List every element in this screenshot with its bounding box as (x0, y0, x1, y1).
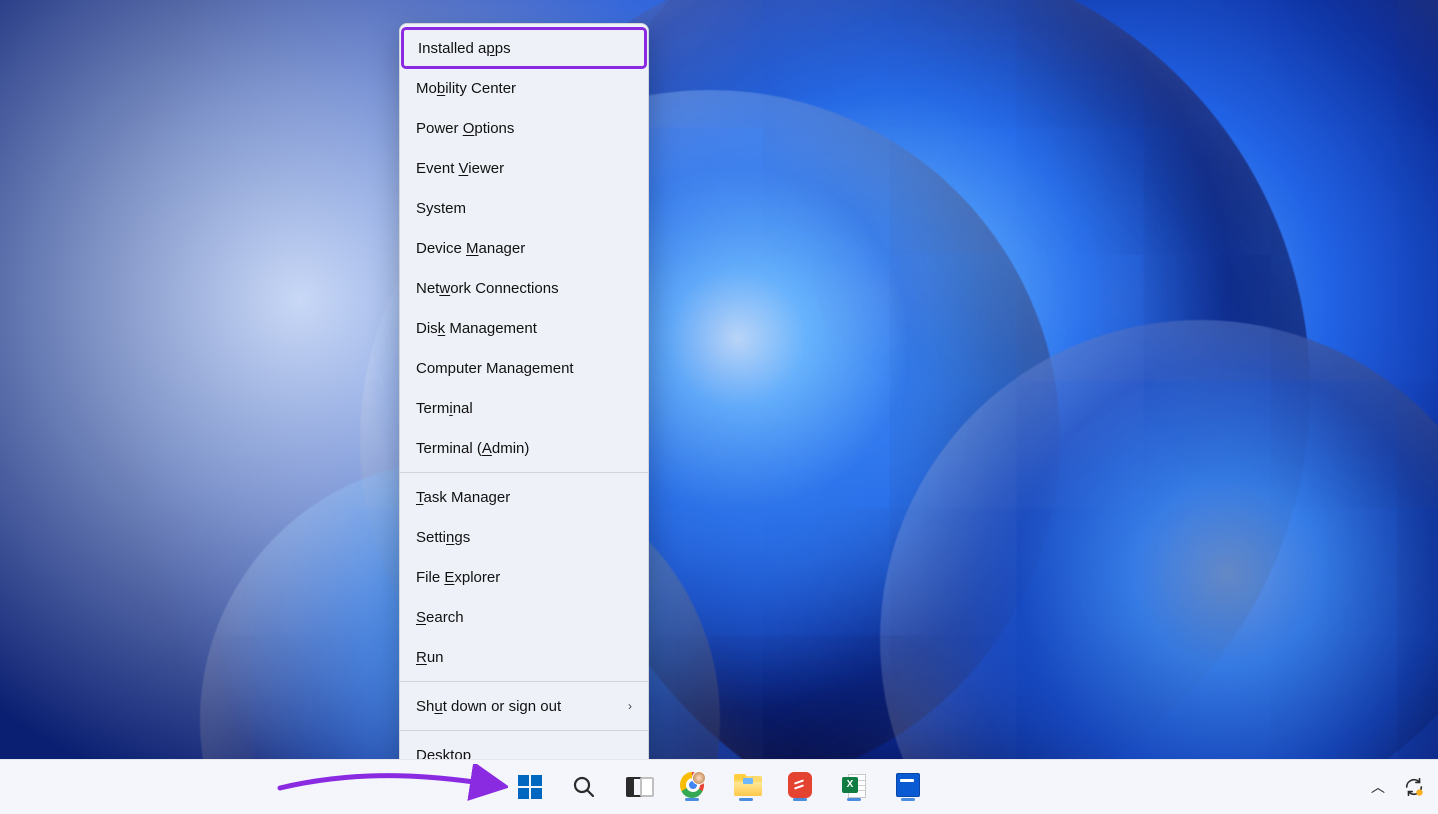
winx-item-event-viewer[interactable]: Event Viewer (400, 148, 648, 188)
task-view-icon (626, 775, 650, 799)
winx-item-label: Disk Management (416, 320, 537, 337)
winx-item-label: Device Manager (416, 240, 525, 257)
desktop-wallpaper (0, 0, 1438, 760)
winx-item-shut-down-or-sign-out[interactable]: Shut down or sign out › (400, 686, 648, 726)
winx-item-file-explorer[interactable]: File Explorer (400, 557, 648, 597)
taskbar-app-file-explorer[interactable] (725, 766, 767, 808)
chevron-right-icon: › (628, 699, 632, 713)
winx-item-label: Network Connections (416, 280, 559, 297)
window-app-icon (896, 773, 920, 797)
winx-item-label: Terminal (416, 400, 473, 417)
winx-item-label: Power Options (416, 120, 514, 137)
excel-icon: X (842, 773, 866, 797)
winx-item-network-connections[interactable]: Network Connections (400, 268, 648, 308)
winx-item-run[interactable]: Run (400, 637, 648, 677)
winx-item-label: File Explorer (416, 569, 500, 586)
winx-item-label: Run (416, 649, 444, 666)
winx-menu: Installed apps Mobility Center Power Optio… (399, 23, 649, 780)
taskbar-app-todoist[interactable] (779, 766, 821, 808)
file-explorer-icon (734, 773, 758, 797)
taskbar-center: X (509, 766, 929, 808)
menu-separator (400, 472, 648, 473)
winx-item-task-manager[interactable]: Task Manager (400, 477, 648, 517)
winx-item-label: Mobility Center (416, 80, 516, 97)
winx-item-search[interactable]: Search (400, 597, 648, 637)
winx-item-mobility-center[interactable]: Mobility Center (400, 68, 648, 108)
search-icon (572, 775, 596, 799)
winx-item-disk-management[interactable]: Disk Management (400, 308, 648, 348)
task-view-button[interactable] (617, 766, 659, 808)
taskbar-app-excel[interactable]: X (833, 766, 875, 808)
taskbar-app-chrome[interactable] (671, 766, 713, 808)
winx-item-label: Installed apps (418, 40, 511, 57)
taskbar: X ︿ (0, 759, 1438, 814)
taskbar-app-window[interactable] (887, 766, 929, 808)
winx-item-installed-apps[interactable]: Installed apps (402, 28, 646, 68)
winx-item-label: System (416, 200, 466, 217)
winx-item-computer-management[interactable]: Computer Management (400, 348, 648, 388)
winx-item-power-options[interactable]: Power Options (400, 108, 648, 148)
winx-item-label: Settings (416, 529, 470, 546)
winx-item-label: Event Viewer (416, 160, 504, 177)
system-tray: ︿ (1364, 770, 1428, 804)
menu-separator (400, 681, 648, 682)
winx-item-label: Search (416, 609, 464, 626)
winx-item-terminal[interactable]: Terminal (400, 388, 648, 428)
menu-separator (400, 730, 648, 731)
winx-item-label: Terminal (Admin) (416, 440, 529, 457)
winx-item-settings[interactable]: Settings (400, 517, 648, 557)
tray-sync-button[interactable] (1400, 770, 1428, 804)
windows-logo-icon (518, 775, 542, 799)
sync-icon (1403, 776, 1425, 798)
winx-item-label: Computer Management (416, 360, 574, 377)
chrome-icon (680, 773, 704, 797)
winx-item-label: Task Manager (416, 489, 510, 506)
start-button[interactable] (509, 766, 551, 808)
winx-item-system[interactable]: System (400, 188, 648, 228)
winx-item-label: Shut down or sign out (416, 698, 561, 715)
search-button[interactable] (563, 766, 605, 808)
todoist-icon (788, 773, 812, 797)
tray-overflow-button[interactable]: ︿ (1364, 770, 1392, 804)
chevron-up-icon: ︿ (1371, 777, 1385, 797)
winx-item-device-manager[interactable]: Device Manager (400, 228, 648, 268)
winx-item-terminal-admin[interactable]: Terminal (Admin) (400, 428, 648, 468)
